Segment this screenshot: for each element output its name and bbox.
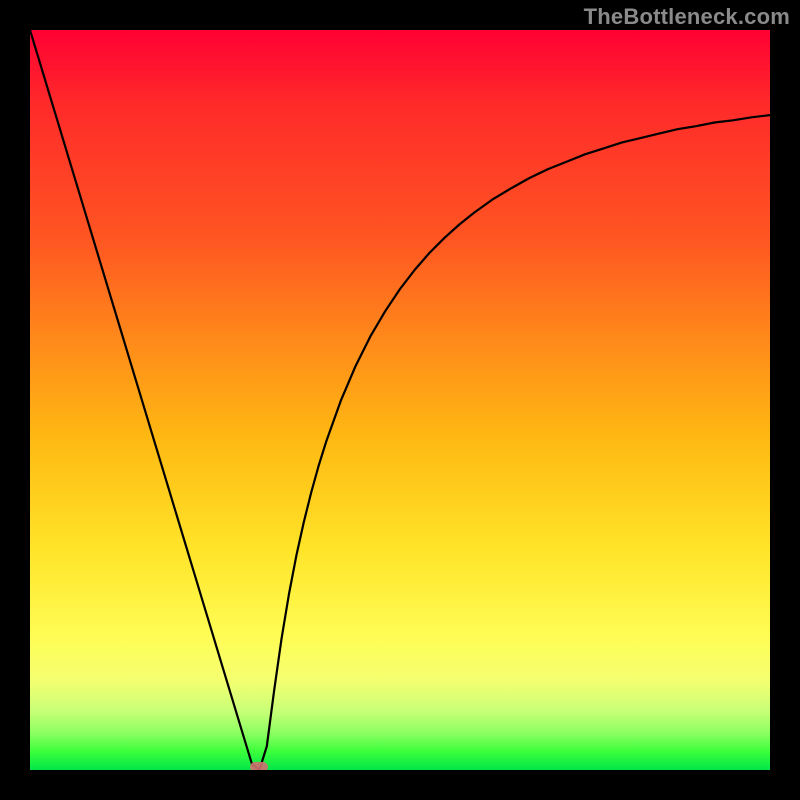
- watermark-text: TheBottleneck.com: [584, 4, 790, 30]
- plot-area: [30, 30, 770, 770]
- minimum-marker: [250, 762, 268, 770]
- bottleneck-curve: [30, 30, 770, 770]
- curve-layer: [30, 30, 770, 770]
- outer-frame: TheBottleneck.com: [0, 0, 800, 800]
